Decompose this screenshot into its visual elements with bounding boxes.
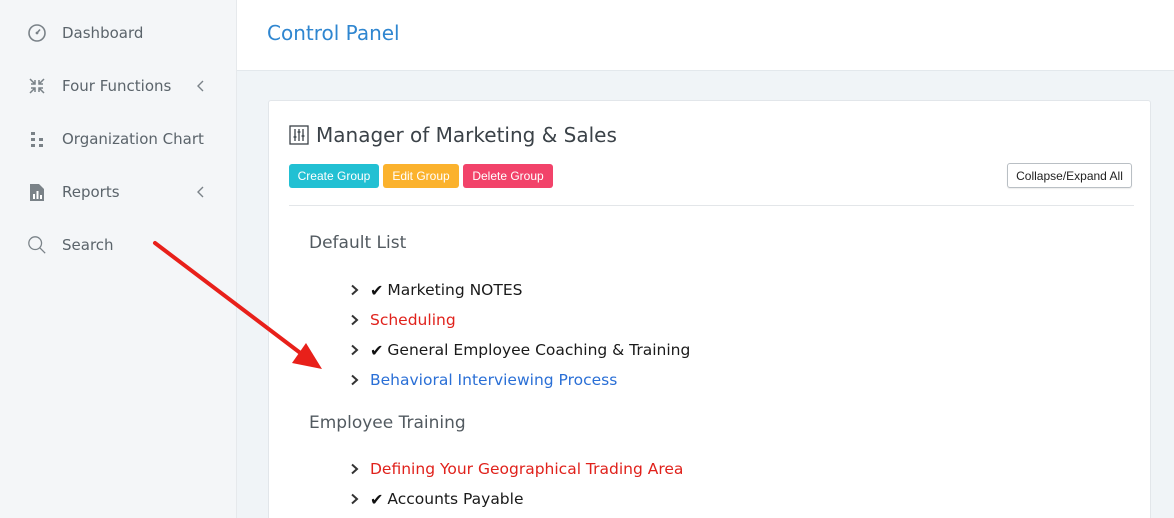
report-file-icon: [27, 182, 47, 202]
card-title: Manager of Marketing & Sales: [316, 123, 617, 147]
list-item-label[interactable]: General Employee Coaching & Training: [387, 341, 690, 359]
checkmark: ✔: [370, 489, 384, 509]
list-item-label[interactable]: Accounts Payable: [387, 490, 523, 508]
chevron-left-icon: [194, 185, 208, 199]
chevron-right-icon[interactable]: [347, 313, 361, 327]
checkmark: ✔: [370, 340, 384, 360]
org-chart-icon: [27, 129, 47, 149]
sidebar: Dashboard Four Functions Organization Ch…: [0, 0, 237, 518]
list-item-label[interactable]: Marketing NOTES: [387, 281, 522, 299]
chevron-right-icon[interactable]: [347, 283, 361, 297]
sliders-icon: [289, 125, 309, 145]
list-item[interactable]: Scheduling: [347, 308, 456, 332]
sidebar-item-search[interactable]: Search: [0, 225, 237, 265]
sidebar-item-four-functions[interactable]: Four Functions: [0, 66, 237, 106]
sidebar-item-label: Dashboard: [62, 24, 144, 42]
chevron-right-icon[interactable]: [347, 343, 361, 357]
group-heading-employee-training: Employee Training: [309, 413, 466, 433]
edit-group-button[interactable]: Edit Group: [383, 164, 459, 188]
list-item-label[interactable]: Behavioral Interviewing Process: [370, 371, 617, 389]
sidebar-item-organization-chart[interactable]: Organization Chart: [0, 119, 237, 159]
create-group-button[interactable]: Create Group: [289, 164, 379, 188]
card-header: Manager of Marketing & Sales: [289, 123, 617, 147]
chevron-right-icon[interactable]: [347, 492, 361, 506]
list-item[interactable]: Defining Your Geographical Trading Area: [347, 457, 683, 481]
delete-group-button[interactable]: Delete Group: [463, 164, 553, 188]
sidebar-item-label: Organization Chart: [62, 130, 204, 148]
chevron-right-icon[interactable]: [347, 373, 361, 387]
checkmark: ✔: [370, 280, 384, 300]
group-heading-default-list: Default List: [309, 233, 407, 253]
list-item-label[interactable]: Defining Your Geographical Trading Area: [370, 460, 683, 478]
sidebar-item-label: Reports: [62, 183, 120, 201]
sidebar-item-dashboard[interactable]: Dashboard: [0, 13, 237, 53]
list-item[interactable]: Behavioral Interviewing Process: [347, 368, 617, 392]
list-item[interactable]: ✔ Accounts Payable: [347, 487, 524, 511]
control-panel-card: Manager of Marketing & Sales Create Grou…: [268, 100, 1151, 518]
sidebar-item-label: Four Functions: [62, 77, 172, 95]
search-icon: [27, 235, 47, 255]
sidebar-item-reports[interactable]: Reports: [0, 172, 237, 212]
list-item[interactable]: ✔ Marketing NOTES: [347, 278, 522, 302]
compress-arrows-icon: [27, 76, 47, 96]
collapse-expand-all-button[interactable]: Collapse/Expand All: [1007, 163, 1132, 188]
dashboard-gauge-icon: [27, 23, 47, 43]
page-title: Control Panel: [267, 21, 400, 45]
divider: [289, 205, 1134, 206]
list-item-label[interactable]: Scheduling: [370, 311, 456, 329]
chevron-left-icon: [194, 79, 208, 93]
page-header: Control Panel: [237, 0, 1174, 71]
list-item[interactable]: ✔ General Employee Coaching & Training: [347, 338, 690, 362]
sidebar-item-label: Search: [62, 236, 114, 254]
chevron-right-icon[interactable]: [347, 462, 361, 476]
